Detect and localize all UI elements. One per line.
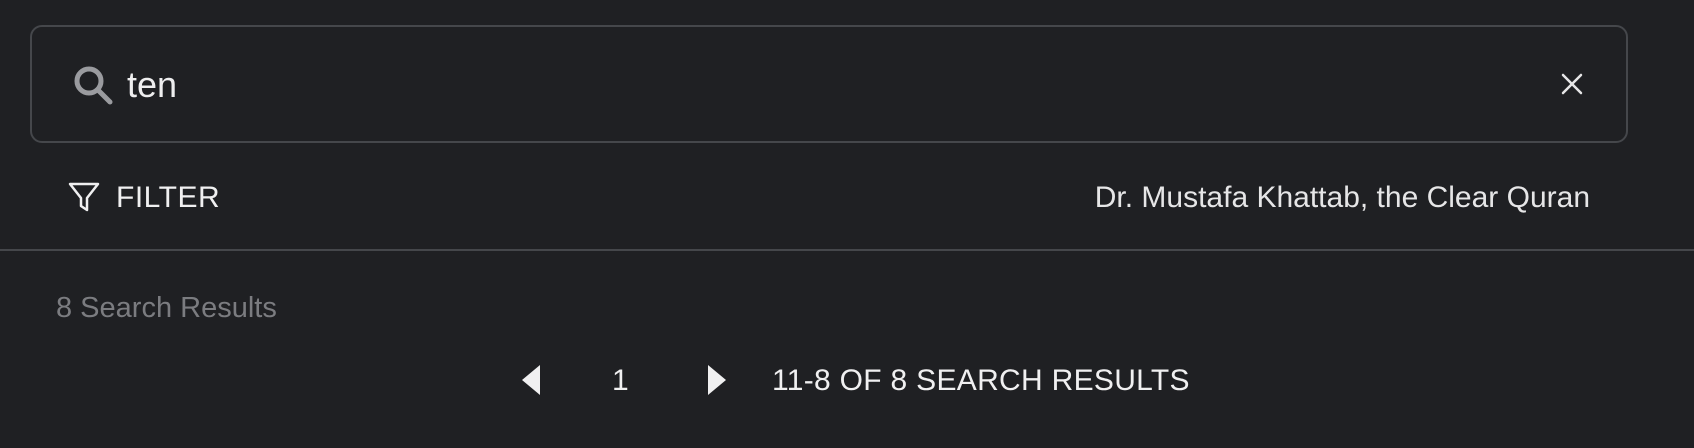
filter-row: FILTER Dr. Mustafa Khattab, the Clear Qu… [0,170,1694,226]
close-icon[interactable] [1557,69,1587,99]
divider [0,249,1694,251]
search-box[interactable] [30,25,1628,143]
page-number-button[interactable]: 1 [612,356,629,406]
filter-button[interactable]: FILTER [68,170,220,226]
filter-label: FILTER [116,181,221,214]
search-input[interactable] [127,57,1527,113]
translation-selector[interactable]: Dr. Mustafa Khattab, the Clear Quran [1095,170,1590,226]
pagination-range-label: 11-8 OF 8 SEARCH RESULTS [772,364,1190,397]
search-icon [74,66,113,105]
pagination: 1 11-8 OF 8 SEARCH RESULTS [0,356,1694,406]
chevron-right-icon[interactable] [706,363,728,397]
filter-funnel-icon [68,182,100,212]
chevron-left-icon[interactable] [520,363,542,397]
results-count: 8 Search Results [56,292,277,324]
